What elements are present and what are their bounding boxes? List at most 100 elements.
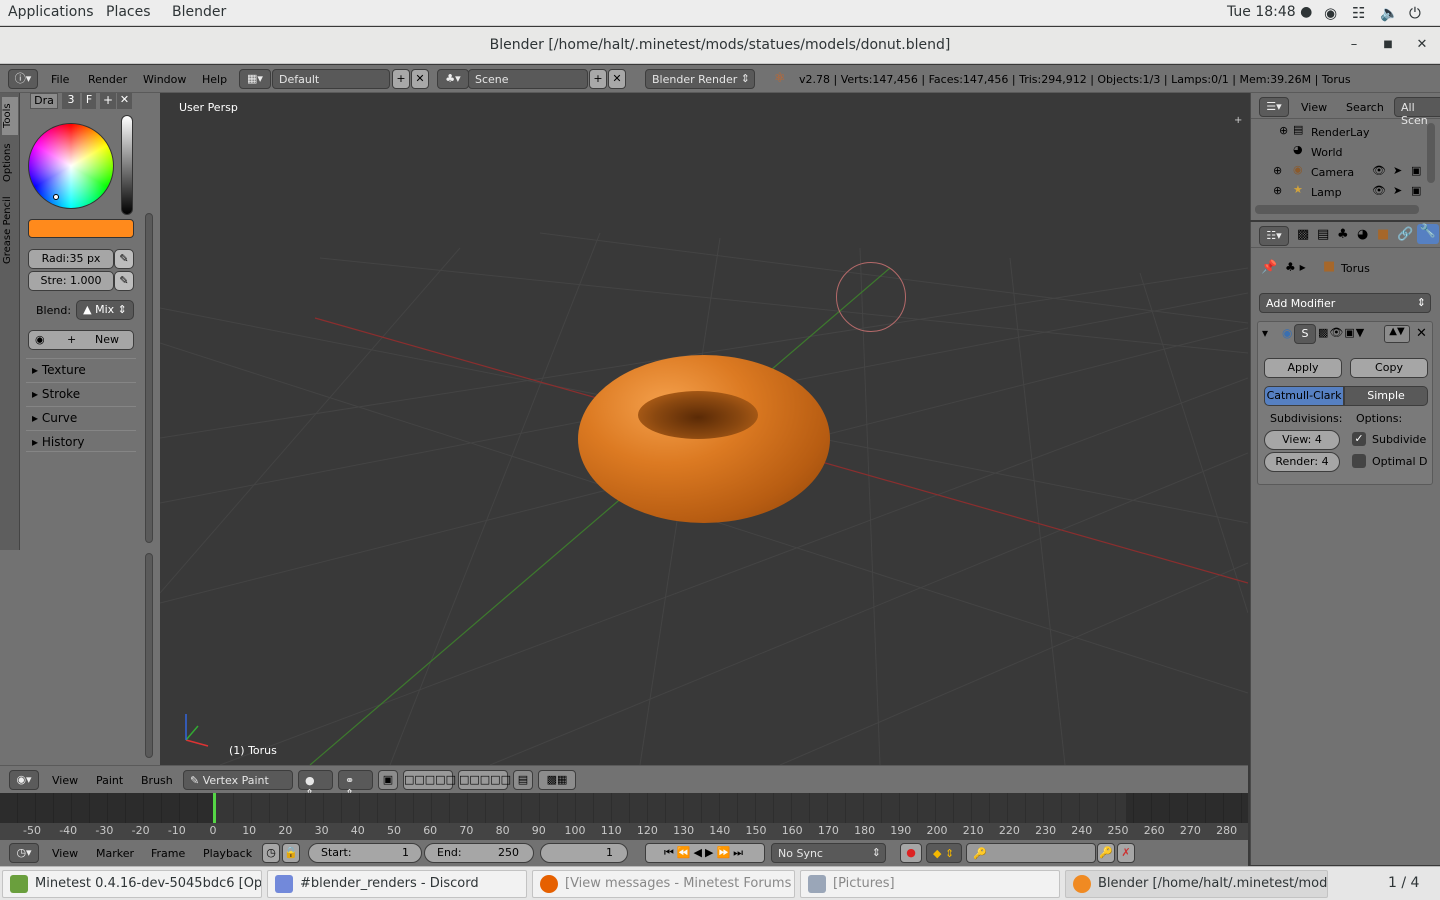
pivot-select[interactable]: ⚭ ⇕ bbox=[338, 770, 373, 800]
outliner-row-lamp[interactable]: ⊕ ★ Lamp 👁 ➤ ▣ bbox=[1251, 182, 1440, 202]
expand-icon[interactable]: ⊕ bbox=[1273, 164, 1282, 177]
torus-object[interactable] bbox=[578, 355, 830, 523]
expand-icon[interactable]: ⊕ bbox=[1279, 124, 1288, 137]
layers-row-2[interactable]: □□□□□ bbox=[458, 770, 511, 790]
layers-row-1[interactable]: □□□□□ bbox=[403, 770, 456, 790]
brush-color-swatch[interactable] bbox=[28, 219, 134, 238]
clock[interactable]: Tue 18:48 ● bbox=[1227, 4, 1312, 20]
add-modifier-select[interactable]: Add Modifier ⇕ bbox=[1259, 293, 1431, 313]
outliner-view-menu[interactable]: View bbox=[1301, 101, 1327, 114]
color-wheel-cursor[interactable] bbox=[53, 194, 59, 200]
viewport-corner-plus-icon[interactable]: + bbox=[1234, 115, 1244, 126]
visibility-eye-icon[interactable]: 👁 bbox=[1372, 184, 1386, 197]
optimal-display-checkbox[interactable] bbox=[1352, 454, 1366, 468]
render-tab-icon[interactable]: ▩ bbox=[1297, 227, 1309, 242]
keying-type-select[interactable]: ◆ ⇕ bbox=[926, 843, 962, 863]
workspace-indicator[interactable]: 1 / 4 bbox=[1388, 875, 1419, 891]
texture-panel[interactable]: ▸ Texture bbox=[26, 358, 136, 380]
radius-field[interactable]: Radi:35 px bbox=[28, 249, 114, 269]
viewport-shading-select[interactable]: ● ⇕ bbox=[298, 770, 333, 800]
record-icon[interactable]: ◉ bbox=[1324, 4, 1337, 22]
minimize-button[interactable]: – bbox=[1344, 35, 1364, 55]
window-menu[interactable]: Window bbox=[143, 73, 186, 86]
view-menu[interactable]: View bbox=[52, 774, 78, 787]
task-firefox[interactable]: [View messages - Minetest Forums ... bbox=[532, 870, 795, 898]
outliner-editor-icon[interactable]: ☰▾ bbox=[1259, 97, 1289, 117]
add-brush-icon[interactable]: + bbox=[100, 93, 116, 109]
constraints-tab-icon[interactable]: 🔗 bbox=[1397, 227, 1413, 242]
task-files[interactable]: [Pictures] bbox=[800, 870, 1060, 898]
window-title-bar[interactable]: Blender [/home/halt/.minetest/mods/statu… bbox=[0, 27, 1440, 64]
task-blender[interactable]: Blender [/home/halt/.minetest/mod... bbox=[1065, 870, 1328, 898]
current-frame-indicator[interactable] bbox=[213, 793, 216, 823]
outliner-row-renderlayer[interactable]: ⊕ ▤ RenderLay bbox=[1251, 122, 1440, 142]
copy-button[interactable]: Copy bbox=[1350, 358, 1428, 378]
mask-icon[interactable]: ▣ bbox=[378, 770, 398, 790]
world-tab-icon[interactable]: ◕ bbox=[1357, 227, 1368, 242]
render-engine-select[interactable]: Blender Render ⇕ bbox=[645, 69, 755, 89]
subdivide-uvs-checkbox[interactable]: ✓ bbox=[1352, 432, 1366, 446]
network-icon[interactable]: ☷ bbox=[1352, 4, 1365, 22]
modifiers-tab-wrench-icon[interactable]: 🔧 bbox=[1417, 224, 1439, 244]
tool-shelf-scrollbar[interactable] bbox=[145, 213, 153, 543]
timeline[interactable]: -50 -40 -30 -20 -10 0 10 20 30 40 50 60 70 80 90 100 110… bbox=[0, 793, 1248, 840]
collapse-arrow-icon[interactable]: ▾ bbox=[1262, 326, 1268, 340]
remove-modifier-icon[interactable]: ✕ bbox=[1416, 326, 1427, 341]
render-menu[interactable]: Render bbox=[88, 73, 127, 86]
tab-options[interactable]: Options bbox=[2, 139, 18, 187]
preview-range-icon[interactable]: ◷ bbox=[262, 843, 280, 863]
outliner-row-camera[interactable]: ⊕ ◉ Camera 👁 ➤ ▣ bbox=[1251, 162, 1440, 182]
lock-layers-icon[interactable]: ▤ bbox=[513, 770, 533, 790]
brush-tab-draw[interactable]: Dra bbox=[30, 93, 58, 109]
editor-type-info-icon[interactable]: ⓘ▾ bbox=[8, 69, 38, 89]
value-slider[interactable] bbox=[121, 115, 133, 215]
delete-keyframe-icon[interactable]: ✗ bbox=[1117, 843, 1135, 863]
color-wheel[interactable] bbox=[28, 123, 114, 209]
stroke-panel[interactable]: ▸ Stroke bbox=[26, 382, 136, 404]
modifier-name-field[interactable]: S bbox=[1294, 324, 1316, 344]
task-minetest[interactable]: Minetest 0.4.16-dev-5045bdc6 [Op... bbox=[2, 870, 262, 898]
properties-editor-icon[interactable]: ☷▾ bbox=[1259, 226, 1289, 246]
add-layout-icon[interactable]: + bbox=[392, 69, 410, 89]
editor-type-3dview-icon[interactable]: ◉▾ bbox=[9, 770, 39, 790]
volume-icon[interactable]: 🔈 bbox=[1380, 4, 1399, 22]
simple-toggle[interactable]: Simple bbox=[1344, 386, 1428, 406]
playback-controls[interactable]: ⏮⏪◀▶⏩⏭ bbox=[645, 843, 765, 863]
3d-viewport[interactable]: User Persp (1) Torus + bbox=[160, 93, 1248, 765]
strength-field[interactable]: Stre: 1.000 bbox=[28, 271, 114, 291]
render-layers-tab-icon[interactable]: ▤ bbox=[1317, 227, 1329, 242]
file-menu[interactable]: File bbox=[51, 73, 69, 86]
outliner-row-world[interactable]: ◕ World bbox=[1251, 142, 1440, 162]
remove-layout-icon[interactable]: ✕ bbox=[411, 69, 429, 89]
screen-layout-field[interactable]: Default bbox=[272, 69, 390, 89]
mode-select[interactable]: ✎ Vertex Paint bbox=[183, 770, 293, 790]
render-levels-field[interactable]: Render: 4 bbox=[1264, 452, 1340, 472]
tab-tools[interactable]: Tools bbox=[2, 97, 18, 135]
record-keyframe-icon[interactable]: ● bbox=[900, 843, 922, 863]
pin-icon[interactable]: 📌 bbox=[1261, 260, 1277, 275]
render-camera-icon[interactable]: ▣ bbox=[1411, 184, 1421, 197]
end-frame-field[interactable]: End: 250 bbox=[424, 843, 534, 863]
select-arrow-icon[interactable]: ➤ bbox=[1393, 164, 1402, 177]
scene-icon[interactable]: ♣▾ bbox=[437, 69, 469, 89]
start-frame-field[interactable]: Start: 1 bbox=[308, 843, 422, 863]
outliner-hscrollbar[interactable] bbox=[1255, 205, 1419, 214]
radius-pressure-icon[interactable]: ✎ bbox=[114, 249, 134, 269]
close-button[interactable]: ✕ bbox=[1412, 35, 1432, 55]
app-menu-blender[interactable]: Blender bbox=[172, 4, 226, 20]
unlink-brush-icon[interactable]: ✕ bbox=[117, 93, 132, 109]
paint-menu[interactable]: Paint bbox=[96, 774, 123, 787]
modifier-visibility-icons[interactable]: ▩👁▣▼ bbox=[1318, 326, 1365, 339]
layout-grid-icon[interactable]: ▦▾ bbox=[239, 69, 271, 89]
playback-menu[interactable]: Playback bbox=[203, 847, 252, 860]
places-menu[interactable]: Places bbox=[106, 4, 151, 20]
marker-menu[interactable]: Marker bbox=[96, 847, 134, 860]
power-icon[interactable]: ⏻ bbox=[1409, 4, 1421, 22]
outliner-search-menu[interactable]: Search bbox=[1346, 101, 1384, 114]
maximize-button[interactable]: ■ bbox=[1378, 35, 1398, 55]
expand-icon[interactable]: ⊕ bbox=[1273, 184, 1282, 197]
tab-grease-pencil[interactable]: Grease Pencil bbox=[2, 191, 18, 269]
keying-set-field[interactable]: 🔑 bbox=[966, 843, 1096, 863]
object-tab-icon[interactable]: ■ bbox=[1377, 227, 1389, 242]
strength-pressure-icon[interactable]: ✎ bbox=[114, 271, 134, 291]
